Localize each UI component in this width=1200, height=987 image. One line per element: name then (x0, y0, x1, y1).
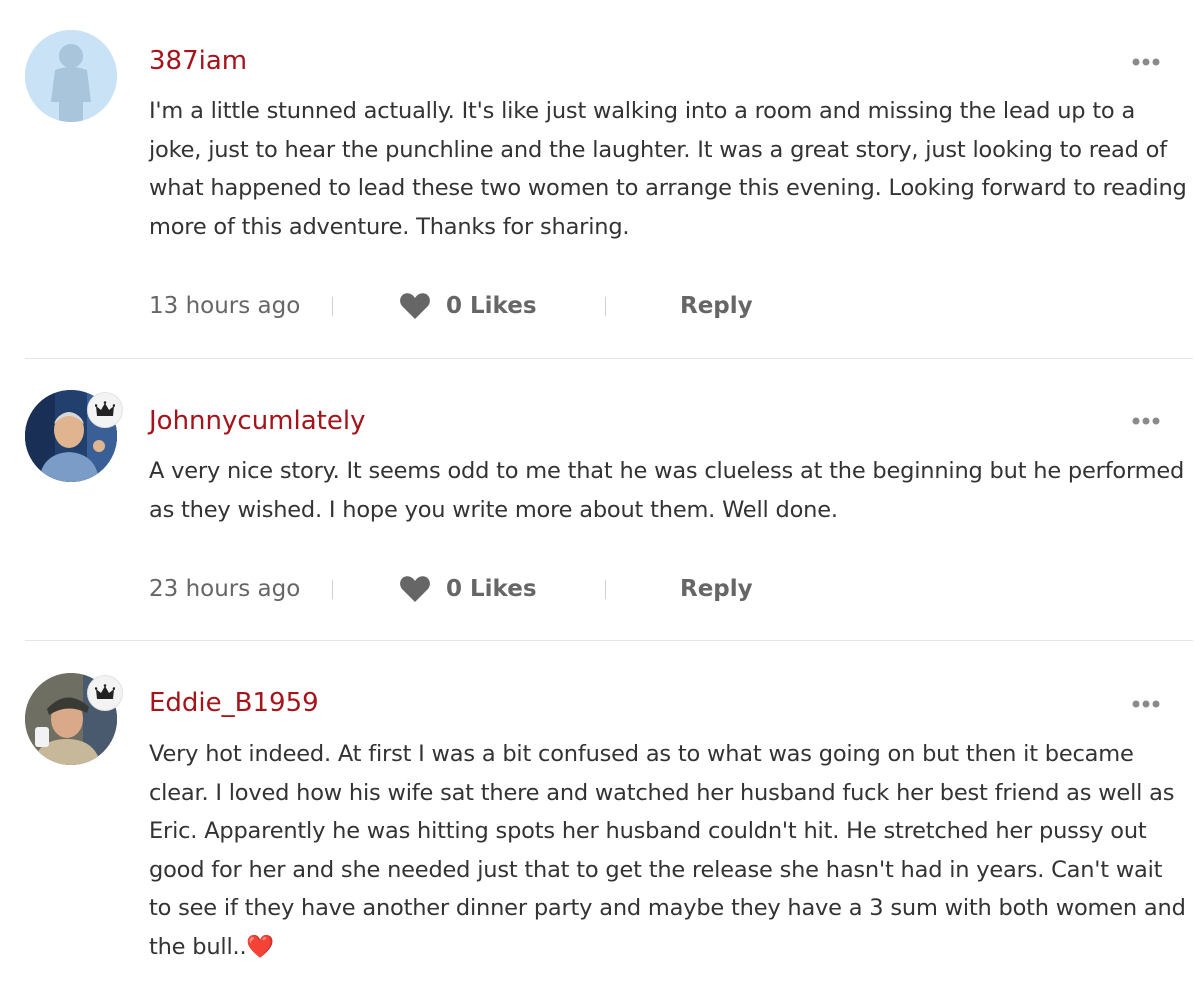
separator (332, 297, 333, 316)
separator (332, 580, 333, 599)
crown-icon (95, 684, 115, 699)
comment-username[interactable]: 387iam (149, 44, 247, 78)
comment-timestamp: 13 hours ago (149, 293, 301, 319)
more-options-icon[interactable] (1130, 413, 1162, 429)
more-options-icon[interactable] (1130, 54, 1162, 70)
comment-timestamp: 23 hours ago (149, 576, 301, 602)
comment-username[interactable]: Eddie_B1959 (149, 686, 319, 720)
comment-divider (25, 640, 1193, 641)
reply-button[interactable]: Reply (680, 571, 753, 607)
heart-icon[interactable] (399, 575, 431, 607)
comment-text: I'm a little stunned actually. It's like… (149, 98, 1187, 240)
heart-icon[interactable] (399, 292, 431, 324)
like-count[interactable]: 0 Likes (446, 571, 537, 607)
comment-actions: 23 hours ago 0 Likes Reply (149, 571, 849, 607)
comment-username[interactable]: Johnnycumlately (149, 404, 365, 438)
crown-badge (87, 675, 123, 711)
crown-icon (95, 401, 115, 416)
reply-button[interactable]: Reply (680, 288, 753, 324)
crown-badge (87, 392, 123, 428)
comment-text: Very hot indeed. At first I was a bit co… (149, 741, 1186, 960)
user-silhouette-icon (25, 30, 117, 122)
more-options-icon[interactable] (1130, 696, 1162, 712)
comment-divider (25, 358, 1193, 359)
separator (605, 580, 606, 599)
separator (605, 297, 606, 316)
comment-actions: 13 hours ago 0 Likes Reply (149, 288, 849, 324)
like-count[interactable]: 0 Likes (446, 288, 537, 324)
avatar[interactable] (25, 30, 117, 122)
comment-text: A very nice story. It seems odd to me th… (149, 458, 1185, 523)
